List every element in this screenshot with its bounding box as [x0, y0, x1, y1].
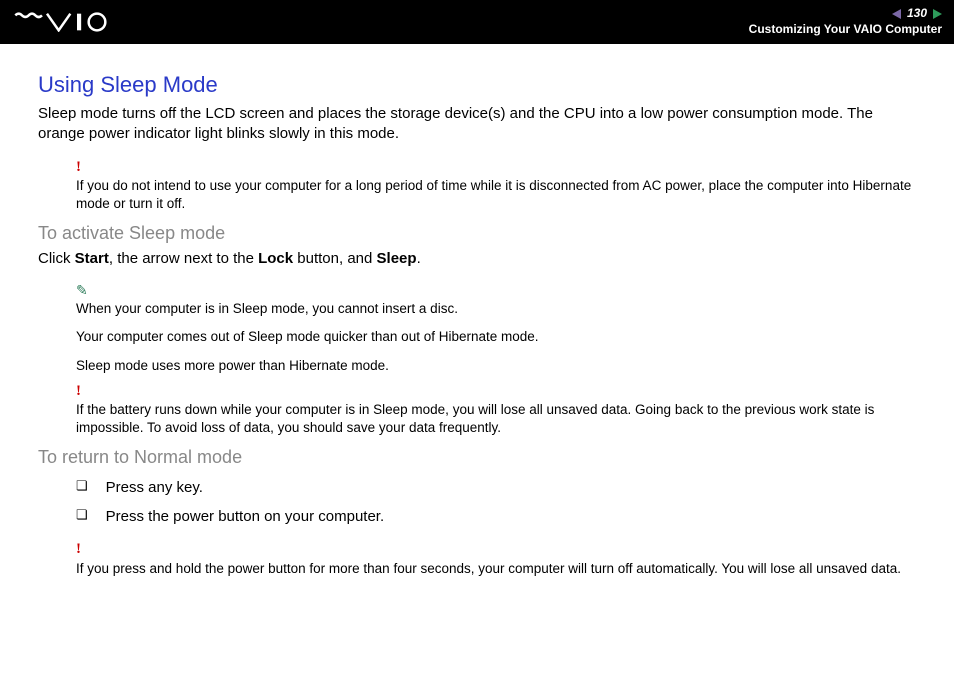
activate-instruction: Click Start, the arrow next to the Lock …	[38, 250, 916, 267]
activate-heading: To activate Sleep mode	[38, 223, 916, 244]
warning-text: If the battery runs down while your comp…	[76, 401, 916, 437]
pen-icon: ✎	[76, 281, 916, 300]
note-text: Sleep mode uses more power than Hibernat…	[76, 357, 916, 375]
header-right: 130 Customizing Your VAIO Computer	[749, 6, 942, 37]
bullet-icon: ❏	[76, 474, 88, 503]
warning-icon: !	[76, 381, 916, 401]
note-text: Your computer comes out of Sleep mode qu…	[76, 328, 916, 346]
warning-icon: !	[76, 539, 916, 559]
warning-text: If you do not intend to use your compute…	[76, 177, 916, 213]
vaio-logo	[12, 11, 132, 33]
page-nav: 130	[749, 6, 942, 22]
warning-note-1: ! If you do not intend to use your compu…	[76, 157, 916, 214]
return-heading: To return to Normal mode	[38, 447, 916, 468]
bullet-icon: ❏	[76, 503, 88, 532]
list-item-text: Press any key.	[106, 474, 203, 503]
warning-text: If you press and hold the power button f…	[76, 560, 916, 578]
note-text: When your computer is in Sleep mode, you…	[76, 300, 916, 318]
instr-bold: Sleep	[377, 250, 417, 267]
return-list: ❏ Press any key. ❏ Press the power butto…	[76, 474, 916, 531]
info-note-block: ✎ When your computer is in Sleep mode, y…	[76, 281, 916, 437]
list-item: ❏ Press the power button on your compute…	[76, 503, 916, 532]
page-number: 130	[905, 6, 929, 22]
page-content: Using Sleep Mode Sleep mode turns off th…	[0, 44, 954, 578]
warning-icon: !	[76, 157, 916, 177]
instr-bold: Start	[75, 250, 109, 267]
prev-page-arrow-icon[interactable]	[892, 9, 901, 19]
instr-part: .	[417, 250, 421, 267]
list-item: ❏ Press any key.	[76, 474, 916, 503]
list-item-text: Press the power button on your computer.	[106, 503, 385, 532]
intro-paragraph: Sleep mode turns off the LCD screen and …	[38, 104, 916, 145]
section-title: Customizing Your VAIO Computer	[749, 22, 942, 38]
warning-note-3: ! If you press and hold the power button…	[76, 539, 916, 577]
page-title: Using Sleep Mode	[38, 72, 916, 98]
header-bar: 130 Customizing Your VAIO Computer	[0, 0, 954, 44]
instr-bold: Lock	[258, 250, 293, 267]
instr-part: button, and	[293, 250, 376, 267]
next-page-arrow-icon[interactable]	[933, 9, 942, 19]
instr-part: Click	[38, 250, 75, 267]
instr-part: , the arrow next to the	[109, 250, 258, 267]
